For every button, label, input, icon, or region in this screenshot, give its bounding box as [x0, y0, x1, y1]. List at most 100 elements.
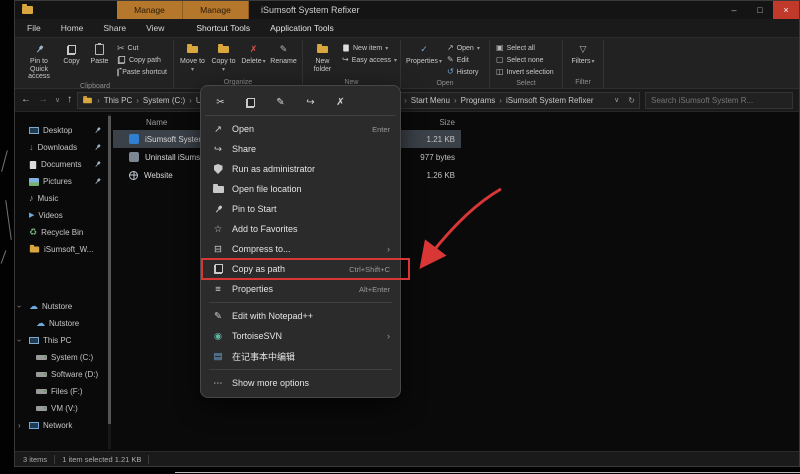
app-icon — [129, 152, 139, 162]
copy-path-button[interactable]: Copy path — [114, 54, 170, 66]
sidebar-group-this-pc[interactable]: ›This PC — [15, 332, 107, 349]
breadcrumb-start-menu[interactable]: Start Menu — [411, 96, 450, 105]
chevron-down-icon[interactable]: › — [15, 305, 24, 308]
rename-button[interactable]: ✎ Rename — [268, 40, 299, 77]
app-icon — [129, 134, 139, 144]
menu-item-run-as-administrator[interactable]: Run as administrator — [205, 159, 396, 179]
edit-button[interactable]: ✎Edit — [444, 54, 486, 66]
menu-item-properties[interactable]: ≡PropertiesAlt+Enter — [205, 279, 396, 299]
share-button[interactable]: ↪ — [298, 92, 323, 114]
copy-button[interactable] — [238, 92, 263, 114]
sidebar-item-videos[interactable]: ▶Videos — [15, 207, 107, 224]
menu-item-edit-in-notepad-cn[interactable]: ▤在记事本中编辑 — [205, 346, 396, 366]
sidebar-item-documents[interactable]: Documents — [15, 156, 107, 173]
menu-shortcut: Enter — [372, 125, 390, 134]
menu-item-open-file-location[interactable]: Open file location — [205, 179, 396, 199]
sidebar-scrollbar[interactable] — [108, 114, 111, 449]
copy-to-button[interactable]: Copy to▾ — [208, 40, 239, 77]
up-button[interactable]: ↑ — [67, 95, 72, 105]
address-dropdown-icon[interactable]: ∨ — [614, 96, 619, 105]
delete-button[interactable]: ✗ — [328, 92, 353, 114]
ribbon: Pin to Quick access Copy Paste ✂Cut Copy… — [15, 38, 799, 89]
menu-item-add-to-favorites[interactable]: ☆Add to Favorites — [205, 219, 396, 239]
scrollbar-thumb[interactable] — [108, 116, 111, 424]
delete-label: Delete — [241, 58, 261, 66]
sidebar-item-music[interactable]: ♪Music — [15, 190, 107, 207]
new-folder-icon — [317, 46, 328, 53]
paste-button[interactable]: Paste — [85, 40, 114, 81]
breadcrumb-this-pc[interactable]: This PC — [104, 96, 132, 105]
sidebar-item-recycle-bin[interactable]: ♻Recycle Bin — [15, 224, 107, 241]
back-button[interactable]: ← — [21, 95, 31, 105]
sidebar-item-vm-v[interactable]: VM (V:) — [15, 400, 107, 417]
sidebar-item-isumsoft-folder[interactable]: iSumsoft_W... — [15, 241, 107, 258]
filter-icon: ▽ — [580, 45, 587, 54]
maximize-button[interactable]: □ — [747, 1, 773, 19]
manage-tab-application-tools[interactable]: Manage — [183, 1, 249, 19]
search-box[interactable] — [645, 92, 793, 109]
window-controls: – □ × — [721, 1, 799, 19]
tab-shortcut-tools[interactable]: Shortcut Tools — [186, 19, 260, 37]
history-button[interactable]: ↺History — [444, 66, 486, 78]
pin-to-quick-access-label: Pin to Quick access — [22, 58, 56, 81]
search-input[interactable] — [651, 96, 787, 105]
open-group-label: Open — [404, 78, 486, 89]
chevron-right-icon[interactable]: › — [18, 421, 21, 430]
sidebar-group-nutstore[interactable]: ›☁Nutstore — [15, 298, 107, 315]
menu-item-tortoisesvn[interactable]: ◉TortoiseSVN› — [205, 326, 396, 346]
menu-item-compress-to[interactable]: ⊟Compress to...› — [205, 239, 396, 259]
sidebar-item-desktop[interactable]: Desktop — [15, 122, 107, 139]
sidebar-item-files-f[interactable]: Files (F:) — [15, 383, 107, 400]
cut-button[interactable]: ✂ — [208, 92, 233, 114]
sidebar-label: Files (F:) — [51, 387, 83, 396]
rename-button[interactable]: ✎ — [268, 92, 293, 114]
copy-button[interactable]: Copy — [58, 40, 85, 81]
paste-shortcut-button[interactable]: Paste shortcut — [114, 66, 170, 78]
globe-icon — [129, 171, 138, 180]
manage-tab-shortcut-tools[interactable]: Manage — [117, 1, 183, 19]
drive-icon — [36, 372, 47, 377]
menu-item-copy-as-path[interactable]: Copy as pathCtrl+Shift+C — [205, 259, 396, 279]
filters-button[interactable]: ▽ Filters▾ — [566, 40, 600, 77]
sidebar-item-pictures[interactable]: Pictures — [15, 173, 107, 190]
breadcrumb-isumsoft-system-refixer[interactable]: iSumsoft System Refixer — [506, 96, 594, 105]
select-all-button[interactable]: ▣Select all — [493, 42, 559, 54]
tab-application-tools[interactable]: Application Tools — [260, 19, 344, 37]
new-item-button[interactable]: New item▾ — [339, 42, 397, 54]
minimize-button[interactable]: – — [721, 1, 747, 19]
sidebar-group-network[interactable]: ›Network — [15, 417, 107, 434]
invert-selection-button[interactable]: ◫Invert selection — [493, 66, 559, 78]
menu-item-pin-to-start[interactable]: Pin to Start — [205, 199, 396, 219]
move-to-button[interactable]: Move to▾ — [177, 40, 208, 77]
sidebar-item-software-d[interactable]: Software (D:) — [15, 366, 107, 383]
pin-to-quick-access-button[interactable]: Pin to Quick access — [20, 40, 58, 81]
recycle-bin-icon: ♻ — [29, 228, 37, 237]
sidebar-item-system-c[interactable]: System (C:) — [15, 349, 107, 366]
sidebar-item-nutstore[interactable]: ☁Nutstore — [15, 315, 107, 332]
open-button[interactable]: ↗Open▾ — [444, 42, 486, 54]
column-header-size[interactable]: Size — [403, 118, 461, 127]
tab-file[interactable]: File — [17, 19, 51, 37]
new-folder-button[interactable]: New folder — [306, 40, 339, 77]
refresh-icon[interactable]: ↻ — [628, 96, 635, 105]
forward-button[interactable]: → — [38, 95, 48, 105]
properties-button[interactable]: ✓ Properties▾ — [404, 40, 444, 78]
recent-locations-dropdown[interactable]: ∨ — [55, 97, 60, 104]
cut-button[interactable]: ✂Cut — [114, 42, 170, 54]
easy-access-button[interactable]: ↪Easy access▾ — [339, 54, 397, 66]
chevron-down-icon[interactable]: › — [15, 339, 24, 342]
tab-home[interactable]: Home — [51, 19, 94, 37]
close-button[interactable]: × — [773, 1, 799, 19]
sidebar-item-downloads[interactable]: ↓Downloads — [15, 139, 107, 156]
delete-button[interactable]: ✗ Delete▾ — [239, 40, 268, 77]
tab-view[interactable]: View — [136, 19, 174, 37]
breadcrumb-programs[interactable]: Programs — [461, 96, 496, 105]
menu-item-open[interactable]: ↗OpenEnter — [205, 119, 396, 139]
menu-item-edit-with-notepadpp[interactable]: ✎Edit with Notepad++ — [205, 306, 396, 326]
menu-item-show-more-options[interactable]: ⋯Show more options — [205, 373, 396, 393]
tab-share[interactable]: Share — [93, 19, 136, 37]
pin-icon — [33, 43, 46, 56]
select-none-button[interactable]: ▢Select none — [493, 54, 559, 66]
menu-item-share[interactable]: ↪Share — [205, 139, 396, 159]
breadcrumb-system-c[interactable]: System (C:) — [143, 96, 185, 105]
